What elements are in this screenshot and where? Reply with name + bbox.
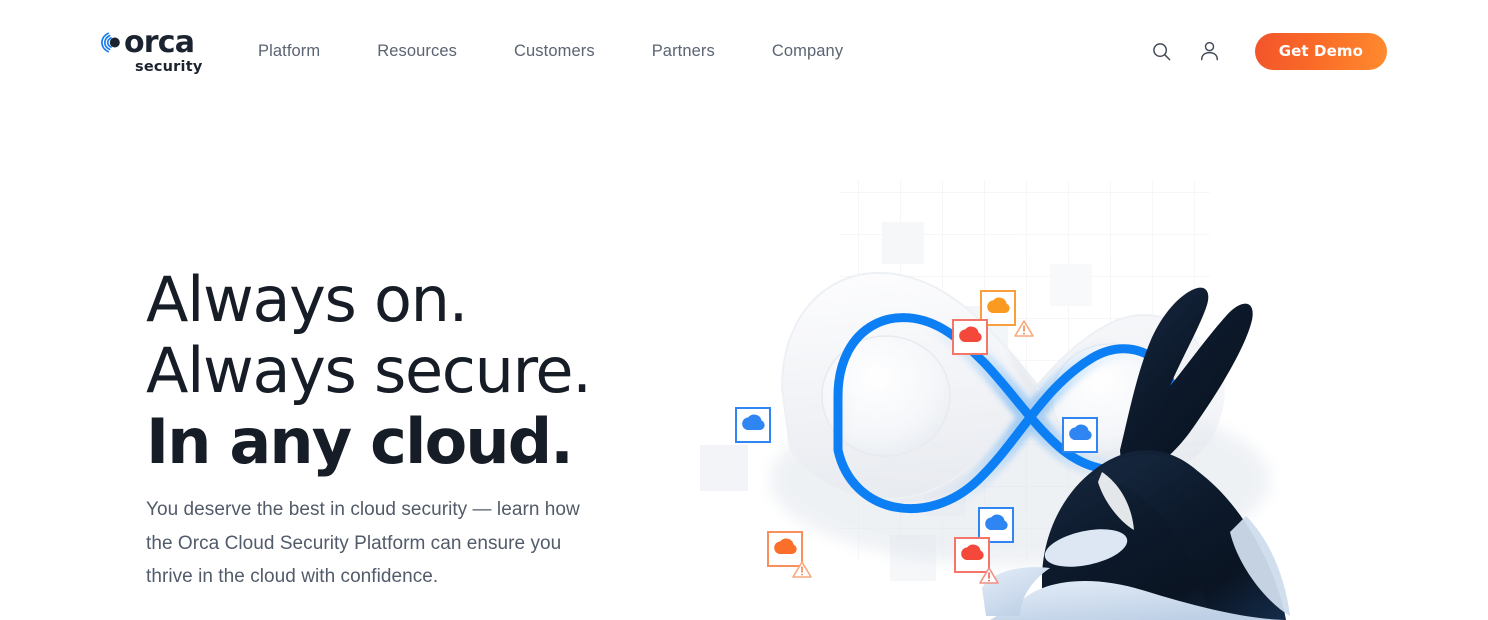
badge-blue-left [735,407,771,443]
headline-line-3: In any cloud. [146,405,574,478]
nav-item-customers[interactable]: Customers [514,34,595,69]
badge-blue-center [1062,417,1098,453]
nav-item-company[interactable]: Company [772,34,843,69]
logo-wordmark: orca [124,24,195,60]
logo-subtitle: security [135,58,203,75]
logo-top-row: orca [101,24,195,60]
headline-line-2: Always secure. [146,334,592,407]
get-demo-button[interactable]: Get Demo [1254,32,1387,70]
orca-infinity-cloud-illustration [690,150,1390,620]
badge-red-top [952,319,988,355]
account-person-icon[interactable] [1193,34,1227,68]
site-header: orca security Platform Resources Custome… [0,0,1488,102]
nav-item-partners[interactable]: Partners [652,34,715,69]
headline-line-1: Always on. [146,263,468,336]
badge-orange-bottom [767,531,812,578]
nav-item-platform[interactable]: Platform [258,34,320,69]
search-icon[interactable] [1145,34,1179,68]
header-actions: Get Demo [1145,0,1387,102]
main-navigation: Platform Resources Customers Partners Co… [258,0,900,102]
hero-subtitle: You deserve the best in cloud security —… [146,499,580,587]
orca-security-logo[interactable]: orca security [101,26,213,76]
hero-text-block: Always on. Always secure. In any cloud. … [146,264,686,594]
badge-blue-lower [978,507,1014,543]
orca-logo-mark-icon [101,30,123,55]
nav-item-resources[interactable]: Resources [377,34,457,69]
